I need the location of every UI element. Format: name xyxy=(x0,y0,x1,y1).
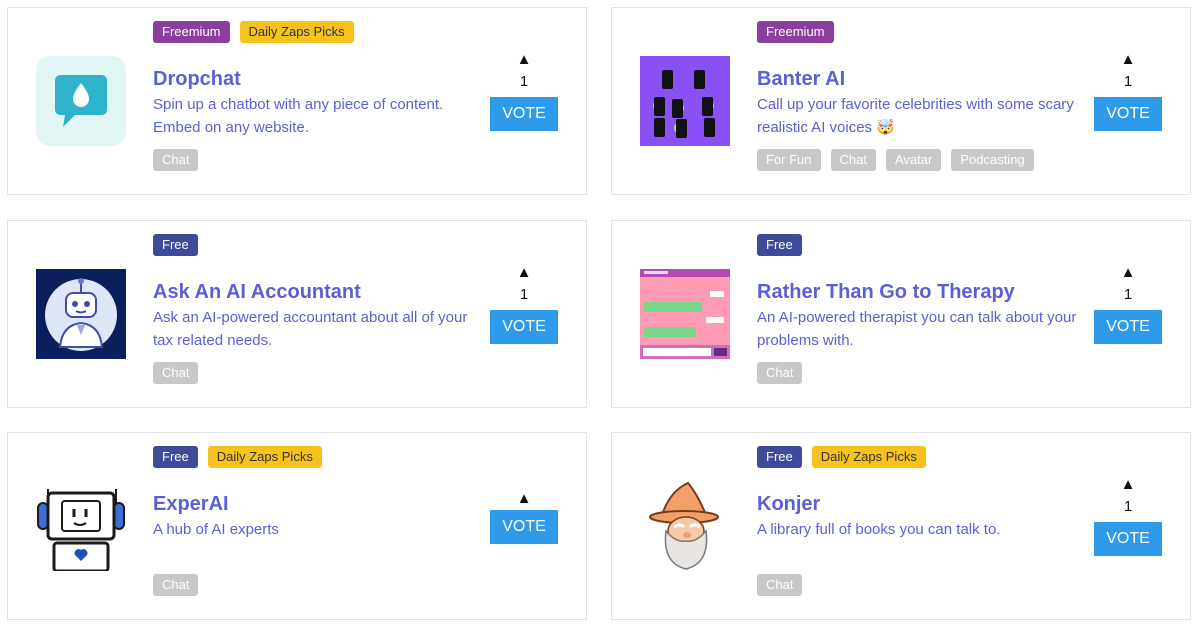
pricing-badge: Free xyxy=(153,446,198,468)
tool-title[interactable]: Rather Than Go to Therapy xyxy=(757,281,1015,304)
vote-count: 1 xyxy=(519,286,529,303)
tool-description: A hub of AI experts xyxy=(153,521,279,538)
tool-title[interactable]: Konjer xyxy=(757,493,820,516)
tool-description: A library full of books you can talk to. xyxy=(757,521,1001,538)
vote-button[interactable]: VOTE xyxy=(490,310,558,344)
tag-podcasting[interactable]: Podcasting xyxy=(951,149,1034,171)
tag-chat[interactable]: Chat xyxy=(153,149,199,171)
pricing-badge: Freemium xyxy=(757,21,834,43)
tag-chat[interactable]: Chat xyxy=(757,362,803,384)
upvote-arrow-icon[interactable]: ▲ xyxy=(1094,476,1162,494)
upvote-arrow-icon[interactable]: ▲ xyxy=(1094,51,1162,69)
vote-widget: ▲ VOTE xyxy=(490,490,558,544)
robot-avatar-icon xyxy=(36,269,126,359)
tool-card-experai[interactable]: Free Daily Zaps Picks ExperAI A hub of A… xyxy=(7,432,587,620)
tool-card-dropchat[interactable]: Freemium Daily Zaps Picks Dropchat Spin … xyxy=(7,7,587,195)
vote-button[interactable]: VOTE xyxy=(490,97,558,131)
vote-widget: ▲ 1 VOTE xyxy=(490,51,558,131)
tool-description: Ask an AI-powered accountant about all o… xyxy=(153,309,468,349)
chat-window-thumbnail xyxy=(640,269,730,359)
vote-button[interactable]: VOTE xyxy=(1094,310,1162,344)
headphone-robot-icon xyxy=(36,481,126,571)
vote-widget: ▲ 1 VOTE xyxy=(1094,476,1162,556)
tool-card-konjer[interactable]: Free Daily Zaps Picks Konjer A library f… xyxy=(611,432,1191,620)
upvote-arrow-icon[interactable]: ▲ xyxy=(490,51,558,69)
tag-avatar[interactable]: Avatar xyxy=(885,149,942,171)
tag-chat[interactable]: Chat xyxy=(153,362,199,384)
tag-chat[interactable]: Chat xyxy=(153,574,199,596)
wizard-icon xyxy=(640,481,730,571)
tool-card-banter-ai[interactable]: Freemium Banter AI Call up your favorite… xyxy=(611,7,1191,195)
upvote-arrow-icon[interactable]: ▲ xyxy=(490,264,558,282)
tool-title[interactable]: Banter AI xyxy=(757,68,845,91)
pricing-badge: Freemium xyxy=(153,21,230,43)
daily-pick-badge: Daily Zaps Picks xyxy=(239,21,354,43)
chat-bubble-drop-icon xyxy=(36,56,126,146)
tag-chat[interactable]: Chat xyxy=(757,574,803,596)
vote-count: 1 xyxy=(1123,498,1133,515)
vote-button[interactable]: VOTE xyxy=(490,510,558,544)
pricing-badge: Free xyxy=(757,234,802,256)
tool-title[interactable]: Dropchat xyxy=(153,68,241,91)
upvote-arrow-icon[interactable]: ▲ xyxy=(1094,264,1162,282)
tag-chat[interactable]: Chat xyxy=(830,149,876,171)
vote-button[interactable]: VOTE xyxy=(1094,522,1162,556)
phone-screens-thumbnail xyxy=(640,56,730,146)
daily-pick-badge: Daily Zaps Picks xyxy=(207,446,322,468)
tool-description: An AI-powered therapist you can talk abo… xyxy=(757,309,1077,349)
tool-description: Call up your favorite celebrities with s… xyxy=(757,96,1074,136)
tool-title[interactable]: ExperAI xyxy=(153,493,229,516)
daily-pick-badge: Daily Zaps Picks xyxy=(811,446,926,468)
vote-count: 1 xyxy=(1123,73,1133,90)
tool-description: Spin up a chatbot with any piece of cont… xyxy=(153,96,444,136)
tool-card-rather-than-go-to-therapy[interactable]: Free Rather Than Go to Therapy An AI-pow… xyxy=(611,220,1191,408)
vote-widget: ▲ 1 VOTE xyxy=(490,264,558,344)
vote-widget: ▲ 1 VOTE xyxy=(1094,51,1162,131)
tag-for-fun[interactable]: For Fun xyxy=(757,149,821,171)
tool-title[interactable]: Ask An AI Accountant xyxy=(153,281,361,304)
vote-count: 1 xyxy=(519,73,529,90)
pricing-badge: Free xyxy=(757,446,802,468)
vote-button[interactable]: VOTE xyxy=(1094,97,1162,131)
vote-widget: ▲ 1 VOTE xyxy=(1094,264,1162,344)
vote-count: 1 xyxy=(1123,286,1133,303)
pricing-badge: Free xyxy=(153,234,198,256)
upvote-arrow-icon[interactable]: ▲ xyxy=(490,490,558,508)
tool-card-ask-an-ai-accountant[interactable]: Free Ask An AI Accountant Ask an AI-powe… xyxy=(7,220,587,408)
